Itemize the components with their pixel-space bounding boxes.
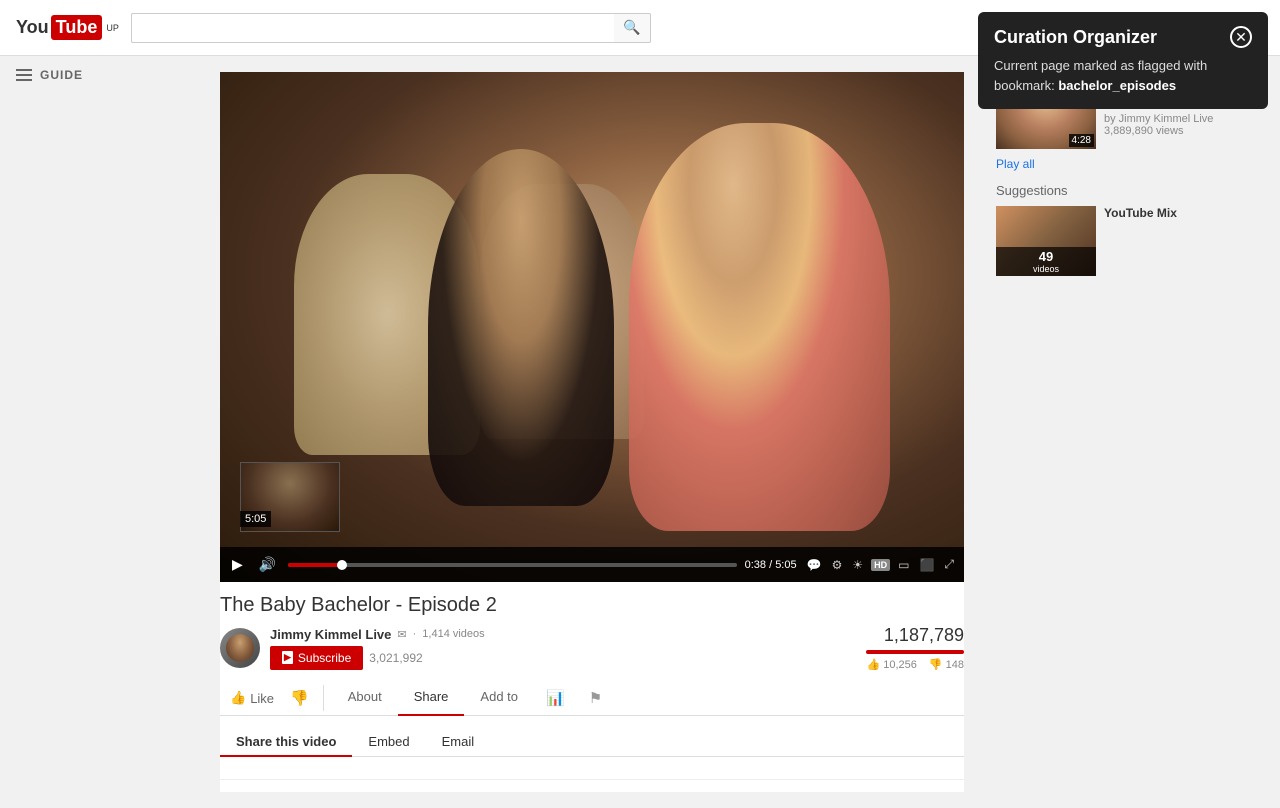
video-player: 5:05 ▶ 🔊 0:38 / 5:05 💬 ⚙ ☀ HD ▭ [220,72,964,582]
share-tab-email[interactable]: Email [426,728,491,757]
subscribe-label: Subscribe [298,651,351,665]
logo-up: UP [106,23,119,33]
channel-info: Jimmy Kimmel Live ✉ · 1,414 videos ▶ Sub… [270,627,866,670]
play-all-link[interactable]: Play all [996,157,1264,171]
youtube-mix-count-badge: 49 videos [996,247,1096,276]
guide-button[interactable]: GUIDE [16,68,204,82]
flag-icon[interactable]: ⚑ [577,681,614,715]
progress-bar[interactable] [288,563,736,567]
logo-tube: Tube [51,15,103,40]
sidebar: GUIDE [0,56,220,808]
hd-badge: HD [871,559,890,571]
settings-icon[interactable]: ⚙ [830,556,845,574]
view-mode-icon[interactable]: ▭ [896,556,911,574]
figure-boy [428,149,614,506]
share-tabs: Share this video Embed Email [220,728,964,757]
youtube-mix-thumbnail: 49 videos [996,206,1096,276]
volume-button[interactable]: 🔊 [255,554,280,575]
subscribe-area: ▶ Subscribe 3,021,992 [270,646,866,670]
curation-overlay: Curation Organizer ✕ Current page marked… [978,12,1268,109]
curation-title: Curation Organizer [994,27,1157,48]
avatar-image [226,634,254,662]
rating-bar [866,650,964,654]
time-display: 0:38 / 5:05 [745,559,797,571]
tab-add-to[interactable]: Add to [464,681,534,716]
view-count: 1,187,789 [866,625,964,646]
curation-body: Current page marked as flagged with book… [994,56,1252,95]
stats-icon[interactable]: 📊 [534,681,577,715]
view-count-area: 1,187,789 10,256 148 [866,625,964,671]
curation-bookmark: bachelor_episodes [1058,78,1176,93]
main-content: 5:05 ▶ 🔊 0:38 / 5:05 💬 ⚙ ☀ HD ▭ [220,56,980,808]
captions-icon[interactable]: 💬 [805,556,824,574]
youtube-mix-meta: YouTube Mix [1104,206,1264,276]
channel-avatar[interactable] [220,628,260,668]
video-count: 1,414 videos [422,628,484,640]
youtube-mix-title: YouTube Mix [1104,206,1264,222]
like-label: Like [250,691,274,706]
curation-close-button[interactable]: ✕ [1230,26,1252,48]
search-input[interactable] [131,13,614,43]
like-count: 10,256 [866,658,916,671]
like-button[interactable]: 👍 Like [220,681,284,715]
play-button[interactable]: ▶ [228,554,247,575]
share-tab-video[interactable]: Share this video [220,728,352,757]
ep1-duration: 4:28 [1069,134,1094,147]
subscribe-yt-icon: ▶ [282,651,293,664]
tab-about[interactable]: About [332,681,398,716]
progress-thumb [337,560,347,570]
video-info: The Baby Bachelor - Episode 2 Jimmy Kimm… [220,582,964,792]
subscribe-button[interactable]: ▶ Subscribe [270,646,363,670]
search-button[interactable]: 🔍 [614,13,651,43]
figure-girl [629,123,889,531]
share-tab-embed[interactable]: Embed [352,728,425,757]
subscriber-count: 3,021,992 [369,651,422,665]
video-preview-timestamp: 5:05 [240,511,271,527]
curation-header: Curation Organizer ✕ [994,26,1252,48]
channel-row: Jimmy Kimmel Live ✉ · 1,414 videos ▶ Sub… [220,625,964,671]
action-tabs: 👍 Like 👎 About Share Add to 📊 ⚑ [220,681,964,716]
brightness-icon[interactable]: ☀ [850,556,865,574]
suggestions-title: Suggestions [996,183,1264,198]
video-controls: ▶ 🔊 0:38 / 5:05 💬 ⚙ ☀ HD ▭ ⬛ ⤢ [220,547,964,582]
ep1-views: 3,889,890 views [1104,125,1264,137]
dislike-button[interactable]: 👎 [284,681,315,715]
video-frame[interactable]: 5:05 [220,72,964,582]
dislike-count: 148 [929,658,964,671]
youtube-mix-card[interactable]: 49 videos YouTube Mix [996,206,1264,276]
right-sidebar: Next in The Baby Bachelor 4:28 The Baby … [980,56,1280,808]
channel-name[interactable]: Jimmy Kimmel Live [270,627,391,642]
search-icon: 🔍 [623,19,640,36]
page-body: GUIDE 5:05 ▶ 🔊 [0,56,1280,808]
verified-icon: ✉ [397,628,406,641]
guide-label: GUIDE [40,68,83,82]
suggestions-section: Suggestions 49 videos YouTube Mix [996,183,1264,276]
fullscreen-icon[interactable]: ⤢ [942,555,956,574]
search-bar: 🔍 [131,13,651,43]
tab-share[interactable]: Share [398,681,465,716]
logo-you: You [16,17,49,38]
ctrl-icons: 💬 ⚙ ☀ HD ▭ ⬛ ⤢ [805,555,956,574]
like-dislike-counts: 10,256 148 [866,658,964,671]
theater-mode-icon[interactable]: ⬛ [917,556,936,574]
share-section: Share this video Embed Email [220,716,964,780]
guide-icon [16,69,32,81]
ep1-channel: by Jimmy Kimmel Live [1104,113,1264,125]
progress-fill [288,563,342,567]
thumbs-down-icon: 👎 [290,689,309,707]
youtube-logo[interactable]: You Tube UP [16,15,119,40]
video-title: The Baby Bachelor - Episode 2 [220,594,964,617]
thumbs-up-icon: 👍 [230,690,246,706]
